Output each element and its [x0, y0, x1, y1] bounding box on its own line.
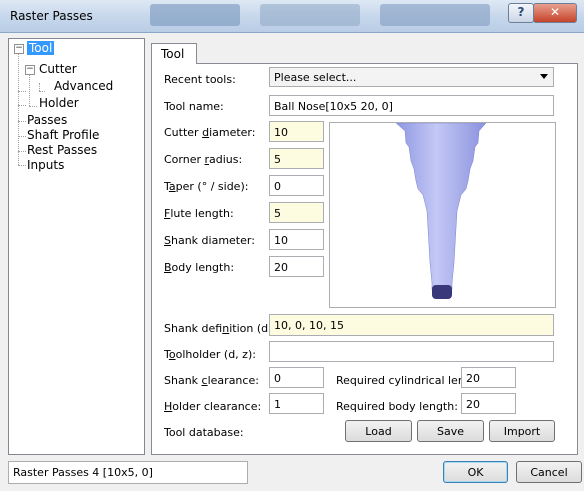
tree-collapse-cutter[interactable]: −	[25, 65, 35, 75]
save-button[interactable]: Save	[417, 420, 484, 442]
label-text: Shank defi	[164, 322, 223, 335]
corner-radius-input[interactable]: 5	[269, 148, 324, 169]
tool-name-label: Tool name:	[164, 100, 224, 113]
label-text: olholder (d, z):	[175, 348, 256, 361]
taper-input[interactable]: 0	[269, 175, 324, 196]
navigation-tree[interactable]: − Tool − Cutter Advanced Holder Passes S…	[8, 38, 145, 455]
shank-definition-label: Shank definition (d,	[164, 322, 272, 335]
accelerator-key: B	[164, 261, 172, 274]
help-button[interactable]: ?	[508, 3, 534, 23]
shank-clearance-input[interactable]: 0	[269, 367, 324, 388]
label-text: lute length:	[170, 207, 234, 220]
tree-connector	[18, 53, 19, 165]
tree-connector	[18, 105, 26, 106]
tree-connector	[18, 121, 26, 122]
chevron-down-icon	[540, 74, 548, 79]
recent-tools-label: Recent tools:	[164, 73, 236, 86]
label-text: per (° / side):	[175, 180, 249, 193]
tool-preview	[329, 122, 556, 308]
cancel-button[interactable]: Cancel	[516, 461, 582, 483]
label-text: learance:	[207, 374, 259, 387]
tool-database-label: Tool database:	[164, 426, 244, 439]
label-text: hank diameter:	[170, 234, 255, 247]
tree-connector	[18, 91, 26, 92]
shank-diameter-input[interactable]: 10	[269, 229, 324, 250]
corner-radius-label: Corner radius:	[164, 153, 242, 166]
accelerator-key: S	[164, 234, 171, 247]
minus-icon: −	[15, 43, 23, 53]
cutter-diameter-input[interactable]: 10	[269, 121, 324, 142]
title-bar: Raster Passes ? ✕	[0, 0, 584, 33]
label-text: older clearance:	[172, 400, 262, 413]
tree-connector	[18, 151, 26, 152]
import-button[interactable]: Import	[489, 420, 555, 442]
toolholder-label: Toolholder (d, z):	[164, 348, 256, 361]
tool-body-shape	[395, 122, 487, 291]
tree-item-passes[interactable]: Passes	[27, 113, 67, 127]
tool-profile-graphic	[395, 122, 487, 299]
holder-clearance-input[interactable]: 1	[269, 393, 324, 414]
tree-connector	[29, 75, 30, 106]
tree-item-inputs[interactable]: Inputs	[27, 158, 64, 172]
label-text: Shank	[164, 374, 202, 387]
tool-tip-shape	[432, 285, 452, 299]
label-text: iameter:	[209, 126, 256, 139]
shank-diameter-label: Shank diameter:	[164, 234, 255, 247]
tree-connector	[18, 136, 26, 137]
title-bar-background-blur	[260, 4, 360, 26]
minus-icon: −	[26, 64, 34, 74]
status-field: Raster Passes 4 [10x5, 0]	[8, 461, 248, 484]
label-text: Corner	[164, 153, 205, 166]
tree-item-tool[interactable]: Tool	[27, 41, 55, 55]
flute-length-label: Flute length:	[164, 207, 234, 220]
close-icon: ✕	[549, 5, 561, 19]
accelerator-key: a	[168, 180, 176, 193]
label-text: ition (d,	[229, 322, 272, 335]
body-length-input[interactable]: 20	[269, 256, 324, 277]
tree-connector	[39, 91, 45, 92]
recent-tools-value: Please select...	[274, 71, 357, 84]
required-cylindrical-length-input[interactable]: 20	[461, 367, 516, 388]
tree-item-advanced[interactable]: Advanced	[54, 79, 113, 93]
tab-tool-label: Tool	[161, 47, 185, 61]
accelerator-key: o	[168, 348, 176, 361]
tree-connector	[39, 83, 40, 91]
window-title: Raster Passes	[10, 9, 93, 23]
tree-collapse-tool[interactable]: −	[14, 44, 24, 54]
body-length-label: Body length:	[164, 261, 234, 274]
required-body-length-input[interactable]: 20	[461, 393, 516, 414]
help-icon: ?	[517, 5, 525, 19]
title-bar-background-blur	[380, 4, 490, 26]
tree-connector	[18, 165, 26, 166]
tab-tool[interactable]: Tool	[151, 43, 197, 64]
toolholder-input[interactable]	[269, 341, 554, 362]
label-text: ody length:	[171, 261, 235, 274]
recent-tools-dropdown[interactable]: Please select...	[269, 67, 554, 87]
title-bar-background-blur	[150, 4, 240, 26]
label-text: Cutter	[164, 126, 203, 139]
load-button[interactable]: Load	[345, 420, 412, 442]
accelerator-key: d	[202, 126, 210, 139]
flute-length-input[interactable]: 5	[269, 202, 324, 223]
cutter-diameter-label: Cutter diameter:	[164, 126, 255, 139]
close-button[interactable]: ✕	[533, 3, 577, 23]
tree-item-shaft-profile[interactable]: Shaft Profile	[27, 128, 99, 142]
shank-definition-input[interactable]: 10, 0, 10, 15	[269, 314, 554, 336]
label-text: adius:	[209, 153, 243, 166]
shank-clearance-label: Shank clearance:	[164, 374, 259, 387]
taper-label: Taper (° / side):	[164, 180, 248, 193]
ok-button[interactable]: OK	[443, 461, 508, 483]
tree-connector	[29, 106, 37, 107]
required-body-length-label: Required body length:	[336, 400, 458, 413]
tool-name-input[interactable]: Ball Nose[10x5 20, 0]	[269, 95, 554, 116]
tree-item-rest-passes[interactable]: Rest Passes	[27, 143, 97, 157]
tree-item-cutter[interactable]: Cutter	[39, 62, 77, 76]
holder-clearance-label: Holder clearance:	[164, 400, 261, 413]
tree-item-holder[interactable]: Holder	[39, 96, 79, 110]
